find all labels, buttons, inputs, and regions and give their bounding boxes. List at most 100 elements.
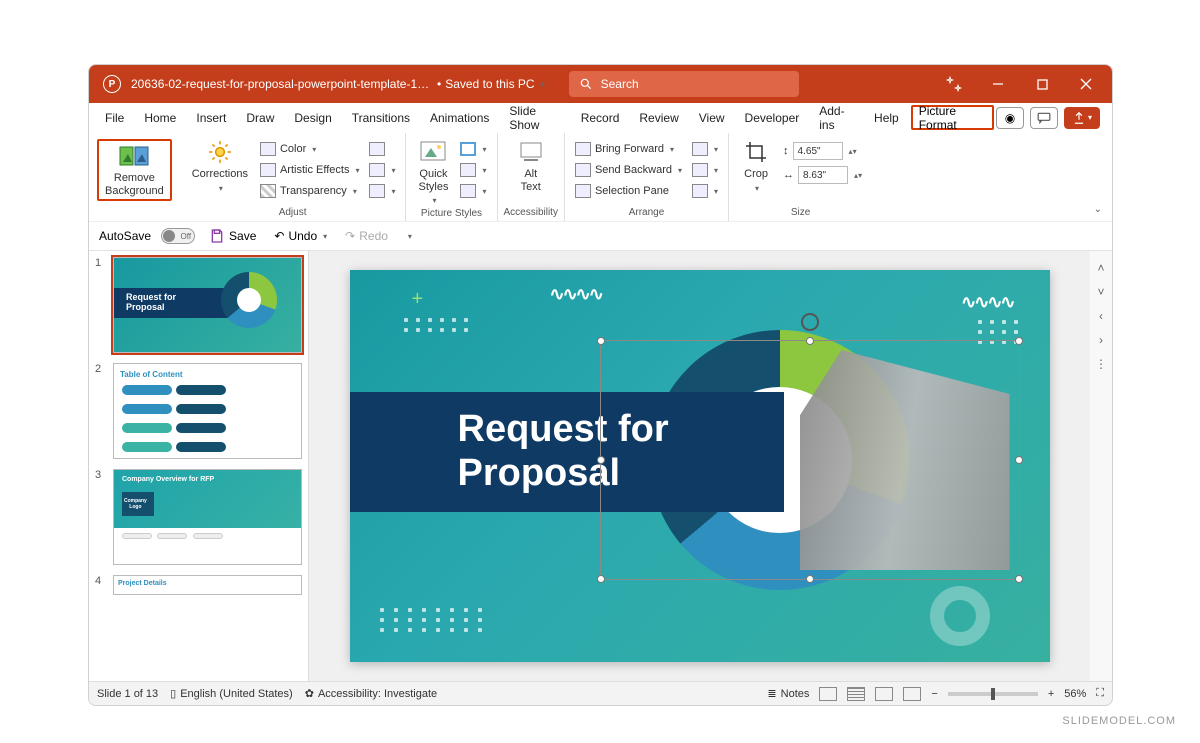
chevron-right-icon[interactable]: ›	[1099, 333, 1103, 347]
picture-border-button[interactable]: ▾	[456, 139, 490, 159]
tab-animations[interactable]: Animations	[420, 103, 499, 132]
tab-record[interactable]: Record	[571, 103, 630, 132]
tab-slide-show[interactable]: Slide Show	[499, 103, 570, 132]
zoom-value[interactable]: 56%	[1064, 688, 1086, 700]
selection-pane-icon	[575, 184, 591, 198]
group-button[interactable]: ▾	[688, 160, 722, 180]
zigzag-decor: ∿∿∿∿	[550, 284, 602, 305]
comments-button[interactable]	[1030, 107, 1058, 129]
menu-icon[interactable]: ⋮	[1095, 357, 1107, 371]
record-mode-button[interactable]: ◉	[996, 107, 1024, 129]
tab-draw[interactable]: Draw	[236, 103, 284, 132]
sparkle-button[interactable]	[932, 65, 976, 103]
undo-button[interactable]: ↶Undo▾	[270, 226, 331, 246]
sorter-view-button[interactable]	[847, 687, 865, 701]
notes-button[interactable]: ≣Notes	[767, 687, 809, 700]
rotate-handle[interactable]	[801, 313, 819, 331]
resize-handle[interactable]	[1015, 456, 1023, 464]
layout-icon	[460, 184, 476, 198]
artistic-effects-button[interactable]: Artistic Effects▾	[256, 160, 364, 180]
tab-help[interactable]: Help	[864, 103, 909, 132]
fit-to-window-button[interactable]: ⛶	[1096, 687, 1104, 700]
rotate-button[interactable]: ▾	[688, 181, 722, 201]
accessibility-button[interactable]: ✿Accessibility: Investigate	[305, 687, 437, 700]
transparency-button[interactable]: Transparency▾	[256, 181, 364, 201]
resize-handle[interactable]	[806, 575, 814, 583]
reset-picture-button[interactable]: ▾	[365, 181, 399, 201]
maximize-button[interactable]	[1020, 65, 1064, 103]
align-button[interactable]: ▾	[688, 139, 722, 159]
share-button[interactable]: ▾	[1064, 107, 1100, 129]
zoom-in-button[interactable]: +	[1048, 688, 1054, 700]
picture-layout-button[interactable]: ▾	[456, 181, 490, 201]
chevron-down-icon[interactable]: ˅	[1097, 285, 1104, 299]
thumbnail-2[interactable]: Table of Content	[113, 363, 302, 459]
workspace: 1 Request for Proposal 2 Table of Conten…	[89, 251, 1112, 681]
reading-view-button[interactable]	[875, 687, 893, 701]
slideshow-view-button[interactable]	[903, 687, 921, 701]
zoom-out-button[interactable]: −	[931, 688, 937, 700]
tab-file[interactable]: File	[95, 103, 134, 132]
tab-view[interactable]: View	[689, 103, 735, 132]
redo-button[interactable]: ↷Redo	[341, 226, 392, 246]
titlebar: P 20636-02-request-for-proposal-powerpoi…	[89, 65, 1112, 103]
resize-handle[interactable]	[806, 337, 814, 345]
save-button[interactable]: Save	[205, 226, 260, 246]
tab-design[interactable]: Design	[284, 103, 341, 132]
undo-icon: ↶	[274, 229, 284, 243]
redo-icon: ↷	[345, 229, 355, 243]
width-input[interactable]: ↔8.63"▴▾	[779, 165, 866, 185]
corrections-button[interactable]: Corrections ▾	[186, 137, 254, 195]
slide-counter[interactable]: Slide 1 of 13	[97, 688, 158, 700]
tab-picture-format[interactable]: Picture Format	[911, 105, 994, 130]
alt-text-button[interactable]: Alt Text	[510, 137, 552, 195]
bring-forward-button[interactable]: Bring Forward▾	[571, 139, 686, 159]
autosave-toggle[interactable]: Off	[161, 228, 195, 244]
minimize-button[interactable]	[976, 65, 1020, 103]
group-picture-styles: Quick Styles▾ ▾ ▾ ▾ Picture Styles	[406, 133, 497, 221]
transparency-icon	[260, 184, 276, 198]
resize-handle[interactable]	[1015, 575, 1023, 583]
chevron-left-icon[interactable]: ‹	[1099, 309, 1103, 323]
color-icon	[260, 142, 276, 156]
tab-review[interactable]: Review	[629, 103, 688, 132]
close-button[interactable]	[1064, 65, 1108, 103]
compress-pictures-button[interactable]	[365, 139, 399, 159]
thumbnail-1[interactable]: Request for Proposal	[113, 257, 302, 353]
tab-developer[interactable]: Developer	[735, 103, 810, 132]
zoom-slider[interactable]	[948, 692, 1038, 696]
thumbnail-3[interactable]: Company Overview for RFP Company Logo	[113, 469, 302, 565]
chevron-up-icon[interactable]: ˄	[1097, 261, 1104, 275]
send-backward-button[interactable]: Send Backward▾	[571, 160, 686, 180]
save-status[interactable]: • Saved to this PC ▾	[437, 77, 545, 91]
normal-view-button[interactable]	[819, 687, 837, 701]
qat-customize-button[interactable]: ▾	[408, 232, 412, 241]
artistic-icon	[260, 163, 276, 177]
height-input[interactable]: ↕4.65"▴▾	[779, 141, 866, 161]
picture-effects-button[interactable]: ▾	[456, 160, 490, 180]
search-icon	[579, 77, 593, 91]
language-button[interactable]: ▯English (United States)	[170, 687, 293, 700]
change-picture-button[interactable]: ▾	[365, 160, 399, 180]
selection-box[interactable]	[600, 340, 1020, 580]
quick-styles-button[interactable]: Quick Styles▾	[412, 137, 454, 207]
resize-handle[interactable]	[597, 337, 605, 345]
slide-canvas[interactable]: ∿∿∿∿ + Request for Proposal ∿∿∿∿	[309, 251, 1090, 681]
resize-handle[interactable]	[1015, 337, 1023, 345]
align-icon	[692, 142, 708, 156]
bring-forward-icon	[575, 142, 591, 156]
tab-add-ins[interactable]: Add-ins	[809, 103, 864, 132]
color-button[interactable]: Color▾	[256, 139, 364, 159]
resize-handle[interactable]	[597, 456, 605, 464]
resize-handle[interactable]	[597, 575, 605, 583]
remove-background-button[interactable]: Remove Background	[97, 139, 172, 201]
autosave-label: AutoSave	[99, 229, 151, 243]
tab-home[interactable]: Home	[134, 103, 186, 132]
tab-transitions[interactable]: Transitions	[342, 103, 420, 132]
tab-insert[interactable]: Insert	[186, 103, 236, 132]
search-input[interactable]: Search	[569, 71, 799, 97]
thumbnail-4[interactable]: Project Details	[113, 575, 302, 595]
collapse-ribbon-button[interactable]: ⌄	[1094, 204, 1102, 215]
crop-button[interactable]: Crop▾	[735, 137, 777, 195]
selection-pane-button[interactable]: Selection Pane	[571, 181, 686, 201]
